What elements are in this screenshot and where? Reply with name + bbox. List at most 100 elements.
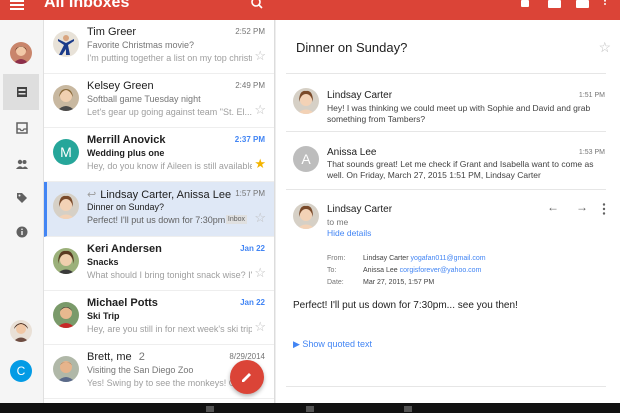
- email-sender: Kelsey Green: [87, 80, 154, 92]
- email-sender: Keri Andersen: [87, 243, 162, 255]
- compose-button[interactable]: [230, 360, 264, 394]
- account-letter-avatar[interactable]: C: [10, 360, 32, 382]
- divider: [286, 386, 606, 387]
- account-avatar[interactable]: [10, 42, 32, 64]
- sender-avatar: [53, 356, 79, 382]
- home-nav-icon[interactable]: [306, 406, 314, 412]
- email-subject: Softball game Tuesday night: [87, 94, 201, 104]
- inbox-icon: [16, 122, 28, 134]
- star-filled-icon[interactable]: ★: [254, 157, 266, 170]
- from-email-link[interactable]: yogafan011@gmail.com: [410, 255, 485, 262]
- sender-avatar: [53, 31, 79, 57]
- email-time: 2:52 PM: [235, 27, 265, 36]
- recents-nav-icon[interactable]: [404, 406, 412, 412]
- divider: [286, 189, 606, 190]
- system-nav-bar: [0, 403, 620, 413]
- email-row[interactable]: Keri Andersen Jan 22 Snacks What should …: [44, 237, 274, 291]
- divider: [286, 73, 606, 74]
- menu-icon[interactable]: [8, 0, 26, 14]
- email-subject: Favorite Christmas movie?: [87, 40, 195, 50]
- rail-inbox[interactable]: [3, 110, 39, 146]
- reply-arrow-icon: ↩: [87, 189, 97, 201]
- detail-to-value: Anissa Lee corgisforever@yahoo.com: [363, 267, 481, 274]
- star-icon[interactable]: ☆: [254, 49, 266, 62]
- star-icon[interactable]: ☆: [254, 211, 266, 224]
- email-row[interactable]: M Merrill Anovick 2:37 PM Wedding plus o…: [44, 128, 274, 182]
- reading-pane: Dinner on Sunday? ☆ Lindsay Carter 1:51 …: [276, 20, 620, 403]
- inbox-stack-icon: [17, 87, 27, 97]
- message-time: 1:53 PM: [578, 149, 605, 156]
- search-icon[interactable]: [250, 0, 264, 10]
- email-row[interactable]: Kelsey Green 2:49 PM Softball game Tuesd…: [44, 74, 274, 128]
- sender-avatar: [53, 85, 79, 111]
- email-snippet: Hey, are you still in for next week's sk…: [87, 324, 252, 334]
- email-subject: Snacks: [87, 257, 119, 267]
- rail-labels[interactable]: [3, 180, 39, 216]
- info-icon: [16, 226, 28, 238]
- email-sender: Tim Greer: [87, 26, 137, 38]
- star-icon[interactable]: ☆: [254, 103, 266, 116]
- to-name: Anissa Lee: [363, 267, 398, 274]
- star-icon[interactable]: ☆: [254, 320, 266, 333]
- email-sender-names: Brett, me: [87, 351, 132, 363]
- to-email-link[interactable]: corgisforever@yahoo.com: [400, 267, 482, 274]
- secondary-account-avatar[interactable]: [10, 320, 32, 342]
- message-recipient: to me: [327, 217, 349, 227]
- email-subject: Ski Trip: [87, 311, 120, 321]
- show-quoted-text-button[interactable]: ▶ Show quoted text: [293, 339, 372, 350]
- show-quoted-text-label: Show quoted text: [302, 339, 372, 349]
- email-subject: Dinner on Sunday?: [87, 202, 165, 212]
- more-vert-icon[interactable]: [603, 0, 607, 8]
- move-to-icon[interactable]: [576, 0, 589, 8]
- email-sender: ↩Lindsay Carter, Anissa Lee 3: [87, 188, 237, 201]
- message-sender: Lindsay Carter: [327, 204, 393, 215]
- email-time: 1:57 PM: [235, 189, 265, 198]
- reply-icon[interactable]: ←: [547, 200, 559, 214]
- email-sender: Brett, me 2: [87, 351, 222, 363]
- archive-icon[interactable]: [521, 0, 529, 7]
- email-snippet: Yes! Swing by to see the monkeys! On F..…: [87, 378, 252, 388]
- email-snippet: What should I bring tonight snack wise? …: [87, 270, 252, 280]
- rail-people[interactable]: [3, 146, 39, 182]
- email-time: Jan 22: [240, 244, 265, 253]
- star-icon[interactable]: ☆: [254, 266, 266, 279]
- email-row-selected[interactable]: ↩Lindsay Carter, Anissa Lee 3 1:57 PM Di…: [44, 182, 274, 237]
- message-time: 1:51 PM: [578, 92, 605, 99]
- detail-from-label: From:: [327, 255, 346, 262]
- sender-avatar: [293, 203, 319, 229]
- message-body: Perfect! I'll put us down for 7:30pm... …: [293, 300, 518, 311]
- back-nav-icon[interactable]: [206, 406, 214, 412]
- navigation-rail: C: [0, 20, 44, 403]
- email-snippet: Let's gear up going against team "St. El…: [87, 107, 252, 117]
- rail-info[interactable]: [3, 214, 39, 250]
- rail-all-inboxes[interactable]: [3, 74, 39, 110]
- hide-details-link[interactable]: Hide details: [327, 228, 371, 239]
- star-icon[interactable]: ☆: [598, 39, 611, 56]
- divider: [286, 131, 606, 132]
- sender-avatar: [293, 88, 319, 114]
- thread-count: 2: [138, 351, 145, 363]
- message-preview: That sounds great! Let me check if Grant…: [327, 159, 594, 180]
- email-row[interactable]: Tim Greer 2:52 PM Favorite Christmas mov…: [44, 20, 274, 74]
- sender-avatar: [53, 302, 79, 328]
- sender-letter-avatar: M: [53, 139, 79, 165]
- more-vert-icon[interactable]: [602, 203, 606, 215]
- sender-letter-avatar: A: [293, 146, 319, 172]
- mail-icon[interactable]: [548, 0, 561, 8]
- people-icon: [16, 159, 28, 169]
- inbox-badge: Inbox: [225, 215, 247, 224]
- email-sender-names: Lindsay Carter, Anissa Lee: [100, 189, 232, 201]
- sender-avatar: [53, 248, 79, 274]
- email-subject: Wedding plus one: [87, 148, 165, 158]
- forward-icon[interactable]: →: [576, 200, 588, 214]
- sender-avatar: [53, 193, 79, 219]
- email-snippet: Hey, do you know if Aileen is still avai…: [87, 161, 252, 171]
- email-row[interactable]: Michael Potts Jan 22 Ski Trip Hey, are y…: [44, 291, 274, 345]
- from-name: Lindsay Carter: [363, 255, 409, 262]
- app-bar: All Inboxes: [0, 0, 620, 20]
- message-sender: Anissa Lee: [327, 147, 377, 158]
- email-sender: Michael Potts: [87, 297, 158, 309]
- email-list: Tim Greer 2:52 PM Favorite Christmas mov…: [44, 20, 275, 403]
- tag-icon: [17, 193, 27, 203]
- email-time: 2:37 PM: [234, 135, 265, 144]
